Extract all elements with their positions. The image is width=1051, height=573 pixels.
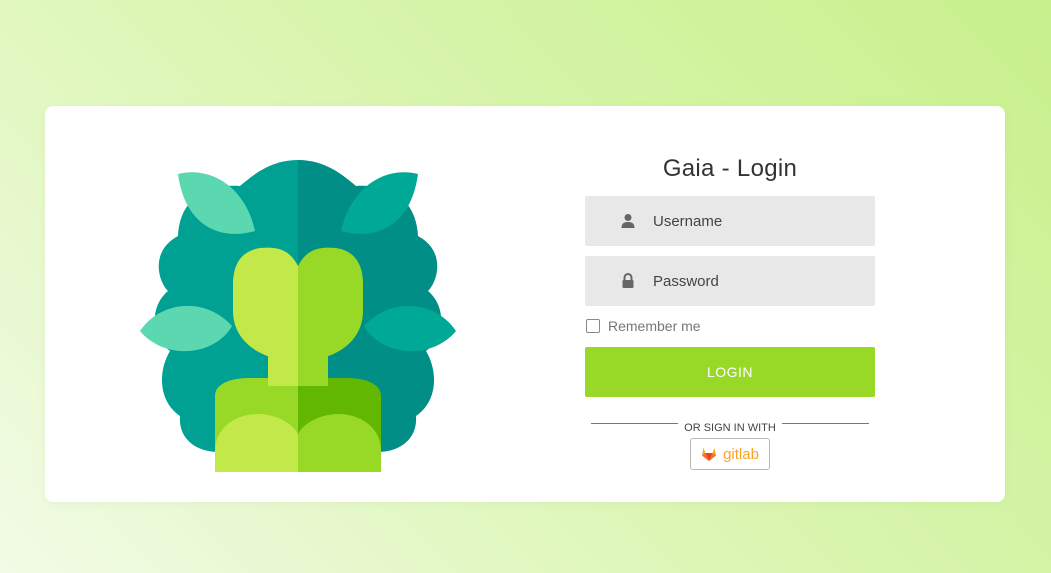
- divider-line-left: [591, 423, 678, 424]
- password-input[interactable]: [653, 256, 863, 306]
- gitlab-signin-button[interactable]: gitlab: [690, 438, 770, 470]
- password-field-container: [585, 256, 875, 306]
- username-input[interactable]: [653, 196, 863, 246]
- gaia-logo: [140, 156, 460, 476]
- page-title: Gaia - Login: [662, 155, 798, 182]
- login-form: Gaia - Login Remember me LOGIN OR SIGN I…: [585, 150, 875, 470]
- gitlab-icon: [702, 448, 717, 461]
- lock-icon: [622, 273, 634, 288]
- divider-line-right: [782, 423, 869, 424]
- username-field-container: [585, 196, 875, 246]
- gitlab-label: gitlab: [723, 445, 759, 463]
- remember-me-label[interactable]: Remember me: [608, 318, 701, 334]
- sign-in-divider: OR SIGN IN WITH: [585, 416, 875, 434]
- gaia-logo-icon: [140, 160, 456, 472]
- divider-text: OR SIGN IN WITH: [684, 422, 776, 434]
- login-card: Gaia - Login Remember me LOGIN OR SIGN I…: [45, 106, 1005, 502]
- user-icon: [621, 214, 635, 228]
- login-button[interactable]: LOGIN: [585, 347, 875, 397]
- remember-me-row: Remember me: [585, 315, 875, 337]
- remember-me-checkbox[interactable]: [586, 319, 600, 333]
